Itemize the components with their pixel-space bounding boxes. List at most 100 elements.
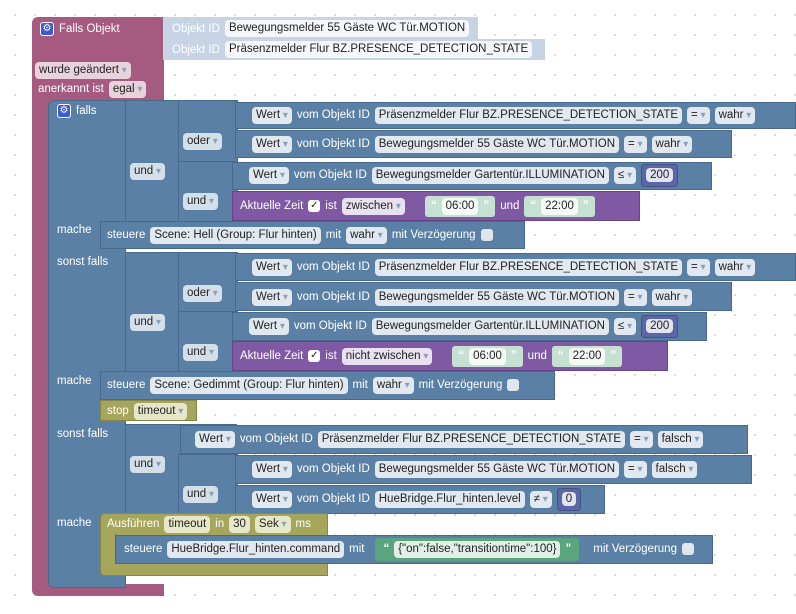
and-dropdown[interactable]: und: [183, 344, 218, 361]
control-target-field[interactable]: Scene: Hell (Group: Flur hinten): [150, 226, 321, 244]
stop-label: stop: [107, 405, 129, 417]
value-dropdown[interactable]: wahr: [346, 226, 387, 244]
value-type-dropdown[interactable]: Wert: [252, 106, 292, 124]
value-type-dropdown[interactable]: Wert: [252, 135, 292, 153]
ist-label: ist: [325, 200, 337, 212]
and-block[interactable]: [178, 161, 238, 222]
operator-dropdown[interactable]: =: [687, 258, 710, 276]
close-quote-icon: ”: [582, 200, 589, 212]
unit-dropdown[interactable]: Sek: [254, 515, 291, 533]
operator-dropdown[interactable]: =: [630, 430, 653, 448]
of-label: vom Objekt ID: [239, 433, 313, 445]
open-quote-icon: “: [530, 200, 537, 212]
object-id-field[interactable]: HueBridge.Flur_hinten.level: [374, 490, 525, 508]
control-label: steuere: [107, 379, 146, 391]
or-dropdown[interactable]: oder: [183, 285, 222, 302]
operator-dropdown[interactable]: ≠: [529, 490, 552, 508]
value-dropdown[interactable]: wahr: [714, 258, 756, 276]
time-mode-dropdown[interactable]: nicht zwischen: [341, 347, 433, 365]
value-dropdown[interactable]: falsch: [657, 430, 704, 448]
time-mode-dropdown[interactable]: zwischen: [341, 197, 405, 215]
and-dropdown[interactable]: und: [130, 456, 165, 473]
object-id-field[interactable]: Bewegungsmelder Gartentür.ILLUMINATION: [371, 317, 609, 335]
value-type-dropdown[interactable]: Wert: [249, 317, 289, 335]
checkbox-checked[interactable]: ✓: [308, 200, 321, 212]
delay-checkbox[interactable]: [480, 229, 493, 241]
value-dropdown[interactable]: falsch: [651, 460, 698, 478]
control-target-field[interactable]: HueBridge.Flur_hinten.command: [167, 540, 345, 558]
of-label: vom Objekt ID: [296, 493, 370, 505]
and-dropdown[interactable]: und: [183, 486, 218, 503]
operator-dropdown[interactable]: =: [624, 288, 647, 306]
und-label: und: [527, 350, 547, 362]
or-block[interactable]: [178, 252, 238, 312]
value-type-dropdown[interactable]: Wert: [252, 288, 292, 306]
gear-icon[interactable]: ⚙: [57, 104, 71, 118]
and-dropdown[interactable]: und: [130, 314, 165, 331]
checkbox-checked[interactable]: ✓: [308, 350, 321, 362]
of-label: vom Objekt ID: [293, 320, 367, 332]
time-from-field[interactable]: 06:00: [469, 347, 506, 365]
close-quote-icon: ”: [510, 350, 517, 362]
object-id-field[interactable]: Bewegungsmelder 55 Gäste WC Tür.MOTION: [374, 460, 620, 478]
number-field[interactable]: 0: [561, 491, 577, 506]
and-dropdown[interactable]: und: [183, 193, 218, 210]
mache-label: mache: [57, 224, 92, 236]
operator-dropdown[interactable]: =: [687, 106, 710, 124]
operator-dropdown[interactable]: =: [624, 460, 647, 478]
ack-dropdown[interactable]: egal: [108, 80, 147, 98]
value-dropdown[interactable]: wahr: [651, 135, 693, 153]
value-type-dropdown[interactable]: Wert: [249, 166, 289, 184]
close-quote-icon: ”: [610, 350, 617, 362]
and-block[interactable]: [178, 311, 238, 372]
and-dropdown[interactable]: und: [130, 163, 165, 180]
value-type-dropdown[interactable]: Wert: [252, 490, 292, 508]
object-id-field[interactable]: Bewegungsmelder Gartentür.ILLUMINATION: [371, 166, 609, 184]
delay-checkbox[interactable]: [681, 543, 694, 555]
object-id-field[interactable]: Präsenzmelder Flur BZ.PRESENCE_DETECTION…: [374, 258, 683, 276]
object-id-field[interactable]: Bewegungsmelder 55 Gäste WC Tür.MOTION: [374, 135, 620, 153]
value-type-dropdown[interactable]: Wert: [252, 258, 292, 276]
delay-label: mit Verzögerung: [391, 229, 476, 241]
operator-dropdown[interactable]: =: [624, 135, 647, 153]
number-field[interactable]: 200: [646, 167, 674, 182]
open-quote-icon: “: [557, 350, 564, 362]
or-dropdown[interactable]: oder: [183, 133, 222, 150]
number-field[interactable]: 200: [646, 318, 674, 333]
text-value-field[interactable]: {"on":false,"transitiontime":100}: [394, 540, 561, 558]
in-label: in: [215, 518, 225, 530]
ms-label: ms: [295, 518, 311, 530]
operator-dropdown[interactable]: ≤: [614, 317, 637, 335]
object-id-field[interactable]: Präsenzmelder Flur BZ.PRESENCE_DETECTION…: [374, 106, 683, 124]
object-id-field[interactable]: Bewegungsmelder 55 Gäste WC Tür.MOTION: [224, 20, 470, 37]
gear-icon[interactable]: ⚙: [40, 22, 54, 36]
timer-name-field[interactable]: timeout: [164, 515, 211, 533]
open-quote-icon: “: [430, 200, 437, 212]
of-label: vom Objekt ID: [296, 109, 370, 121]
object-id-field[interactable]: Präsenzmelder Flur BZ.PRESENCE_DETECTION…: [224, 41, 533, 58]
and-block[interactable]: [178, 454, 238, 516]
control-label: steuere: [107, 229, 146, 241]
timer-dropdown[interactable]: timeout: [133, 402, 188, 420]
or-block[interactable]: [178, 100, 238, 162]
trigger-dropdown[interactable]: wurde geändert: [35, 61, 131, 79]
value-dropdown[interactable]: wahr: [372, 376, 414, 394]
object-id-field[interactable]: Bewegungsmelder 55 Gäste WC Tür.MOTION: [374, 288, 620, 306]
mit-label: mit: [325, 229, 342, 241]
mache-label: mache: [57, 517, 92, 529]
value-dropdown[interactable]: wahr: [651, 288, 693, 306]
time-from-field[interactable]: 06:00: [441, 197, 479, 215]
delay-checkbox[interactable]: [507, 379, 520, 391]
run-label: Ausführen: [107, 518, 160, 530]
operator-dropdown[interactable]: ≤: [614, 166, 637, 184]
value-dropdown[interactable]: wahr: [714, 106, 756, 124]
delay-label: mit Verzögerung: [593, 543, 677, 555]
control-target-field[interactable]: Scene: Gedimmt (Group: Flur hinten): [150, 376, 348, 394]
value-type-dropdown[interactable]: Wert: [252, 460, 292, 478]
delay-amount-field[interactable]: 30: [229, 515, 250, 533]
object-id-field[interactable]: Präsenzmelder Flur BZ.PRESENCE_DETECTION…: [317, 430, 626, 448]
run-timeout-rail: [100, 534, 116, 566]
time-to-field[interactable]: 22:00: [541, 197, 578, 215]
value-type-dropdown[interactable]: Wert: [195, 430, 235, 448]
time-to-field[interactable]: 22:00: [568, 347, 606, 365]
